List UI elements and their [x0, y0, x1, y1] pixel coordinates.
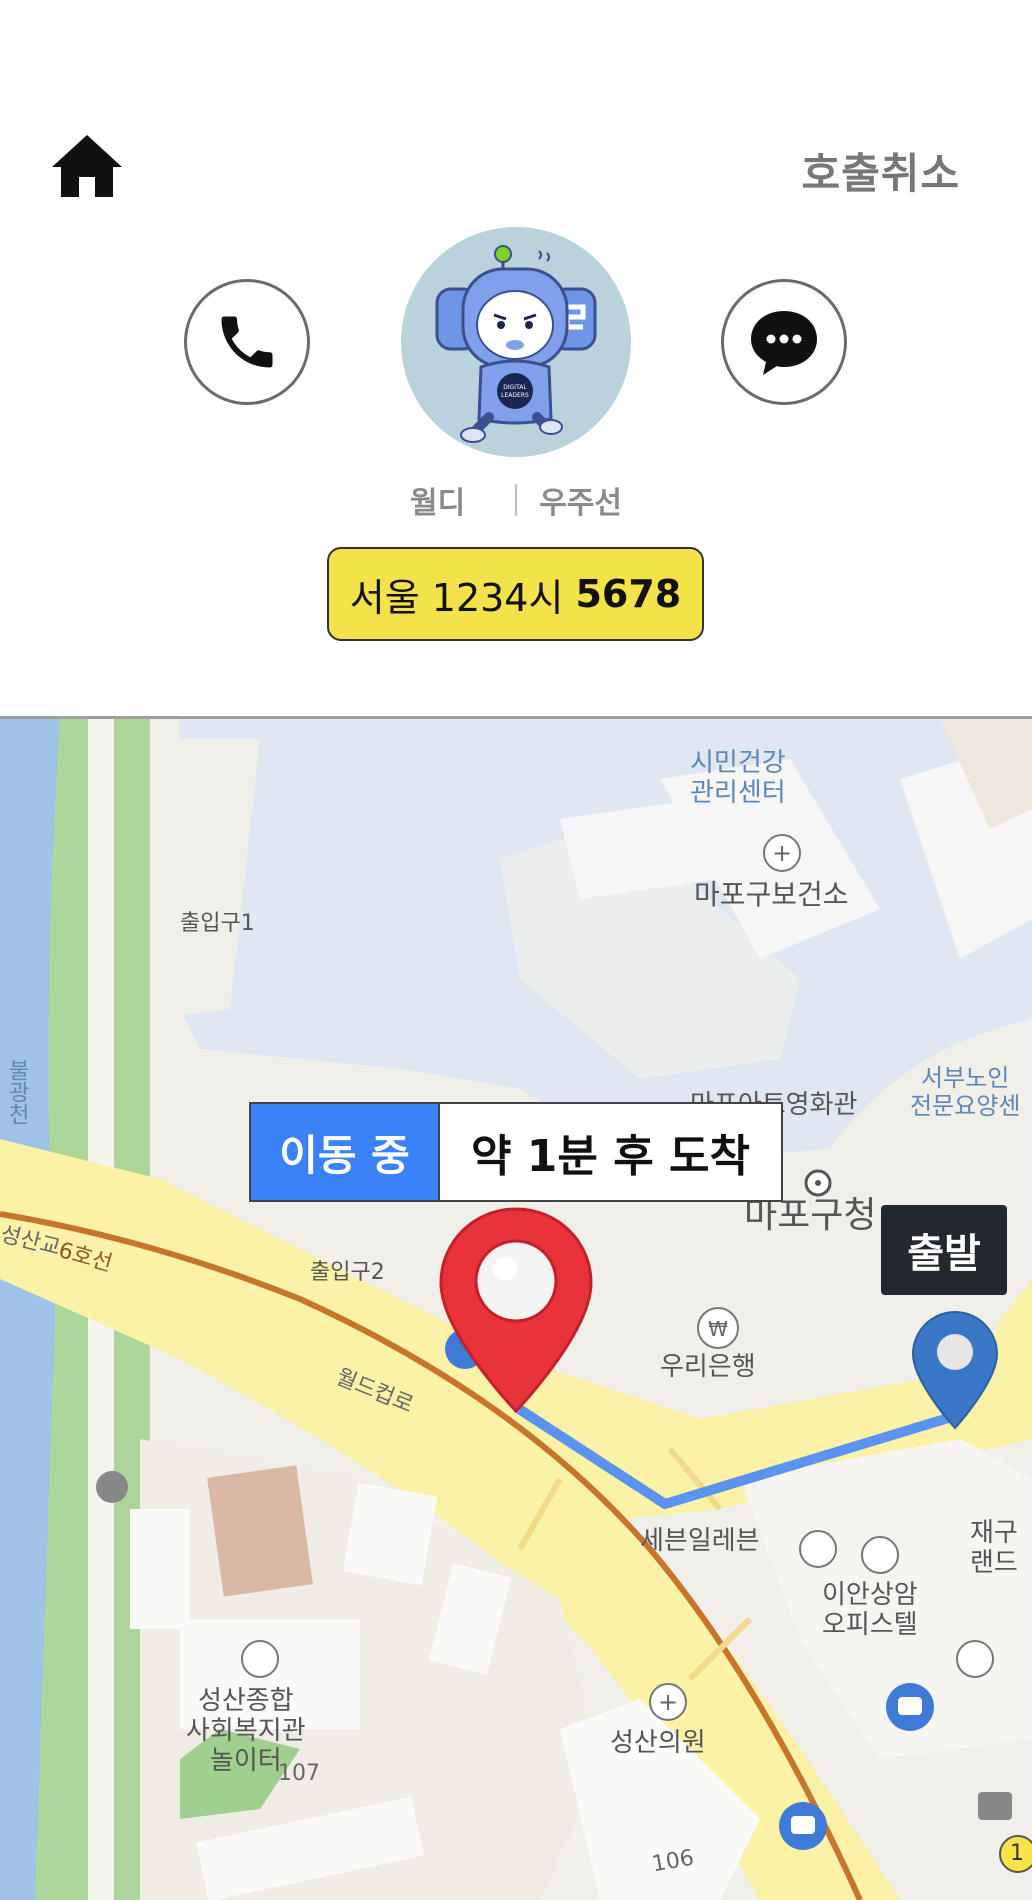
driver-name: 월디: [409, 486, 466, 521]
plate-prefix: 서울 1234시: [349, 575, 564, 620]
chat-bubble-icon: [751, 311, 817, 375]
map-label-bulgwangcheon: 불광천: [4, 1059, 30, 1125]
origin-pin: [911, 1310, 999, 1432]
map-label-seobu-nursing: 서부노인 전문요양센: [910, 1064, 1021, 1120]
driver-info-panel: 호출취소 DIGITAL LEADERS 월디 우주선 서울 1234시 567…: [0, 0, 1032, 718]
vehicle-model: 우주선: [539, 486, 622, 521]
map-label-num-1: 1: [1010, 1841, 1024, 1866]
trip-status-tag: 이동 중: [251, 1104, 440, 1200]
call-button[interactable]: [184, 279, 310, 405]
driver-avatar: DIGITAL LEADERS: [401, 227, 631, 457]
home-button[interactable]: [50, 133, 124, 199]
svg-text:+: +: [772, 839, 792, 867]
svg-text:+: +: [658, 1688, 678, 1716]
map-label-entrance1: 출입구1: [180, 911, 255, 936]
cancel-call-button[interactable]: 호출취소: [801, 140, 960, 201]
trip-status-banner: 이동 중 약 1분 후 도착: [249, 1102, 783, 1202]
eta-text: 약 1분 후 도착: [471, 1131, 750, 1182]
info-divider: [515, 484, 518, 516]
driver-info: 월디 우주선: [0, 478, 1032, 522]
map-pin-icon: [911, 1310, 999, 1430]
map-label-num-107: 107: [278, 1761, 320, 1786]
phone-icon: [221, 316, 273, 368]
chat-button[interactable]: [721, 279, 847, 405]
map-label-ian-office: 이안상암 오피스텔: [822, 1580, 918, 1640]
driver-location-pin: [437, 1205, 595, 1417]
svg-text:DIGITAL: DIGITAL: [503, 384, 527, 391]
map-label-woori-bank: 우리은행: [660, 1352, 756, 1382]
license-plate: 서울 1234시 5678: [327, 547, 704, 641]
map-label-mapo-health: 마포구보건소: [694, 878, 849, 911]
map-label-seongsan-clinic: 성산의원: [610, 1728, 706, 1758]
svg-text:₩: ₩: [708, 1317, 728, 1341]
origin-label: 출발: [881, 1205, 1007, 1295]
avatar-character: DIGITAL LEADERS: [435, 245, 597, 443]
map-label-entrance2: 출입구2: [310, 1260, 385, 1285]
plate-number: 5678: [575, 572, 682, 616]
map-label-civic-health: 시민건강 관리센터: [690, 748, 786, 808]
home-icon: [52, 135, 122, 197]
map-pin-icon: [439, 1207, 593, 1414]
map-label-redevelop: 재구 랜드: [970, 1518, 1018, 1578]
svg-text:LEADERS: LEADERS: [501, 392, 529, 399]
map-label-seven-eleven: 세븐일레븐: [640, 1526, 760, 1556]
